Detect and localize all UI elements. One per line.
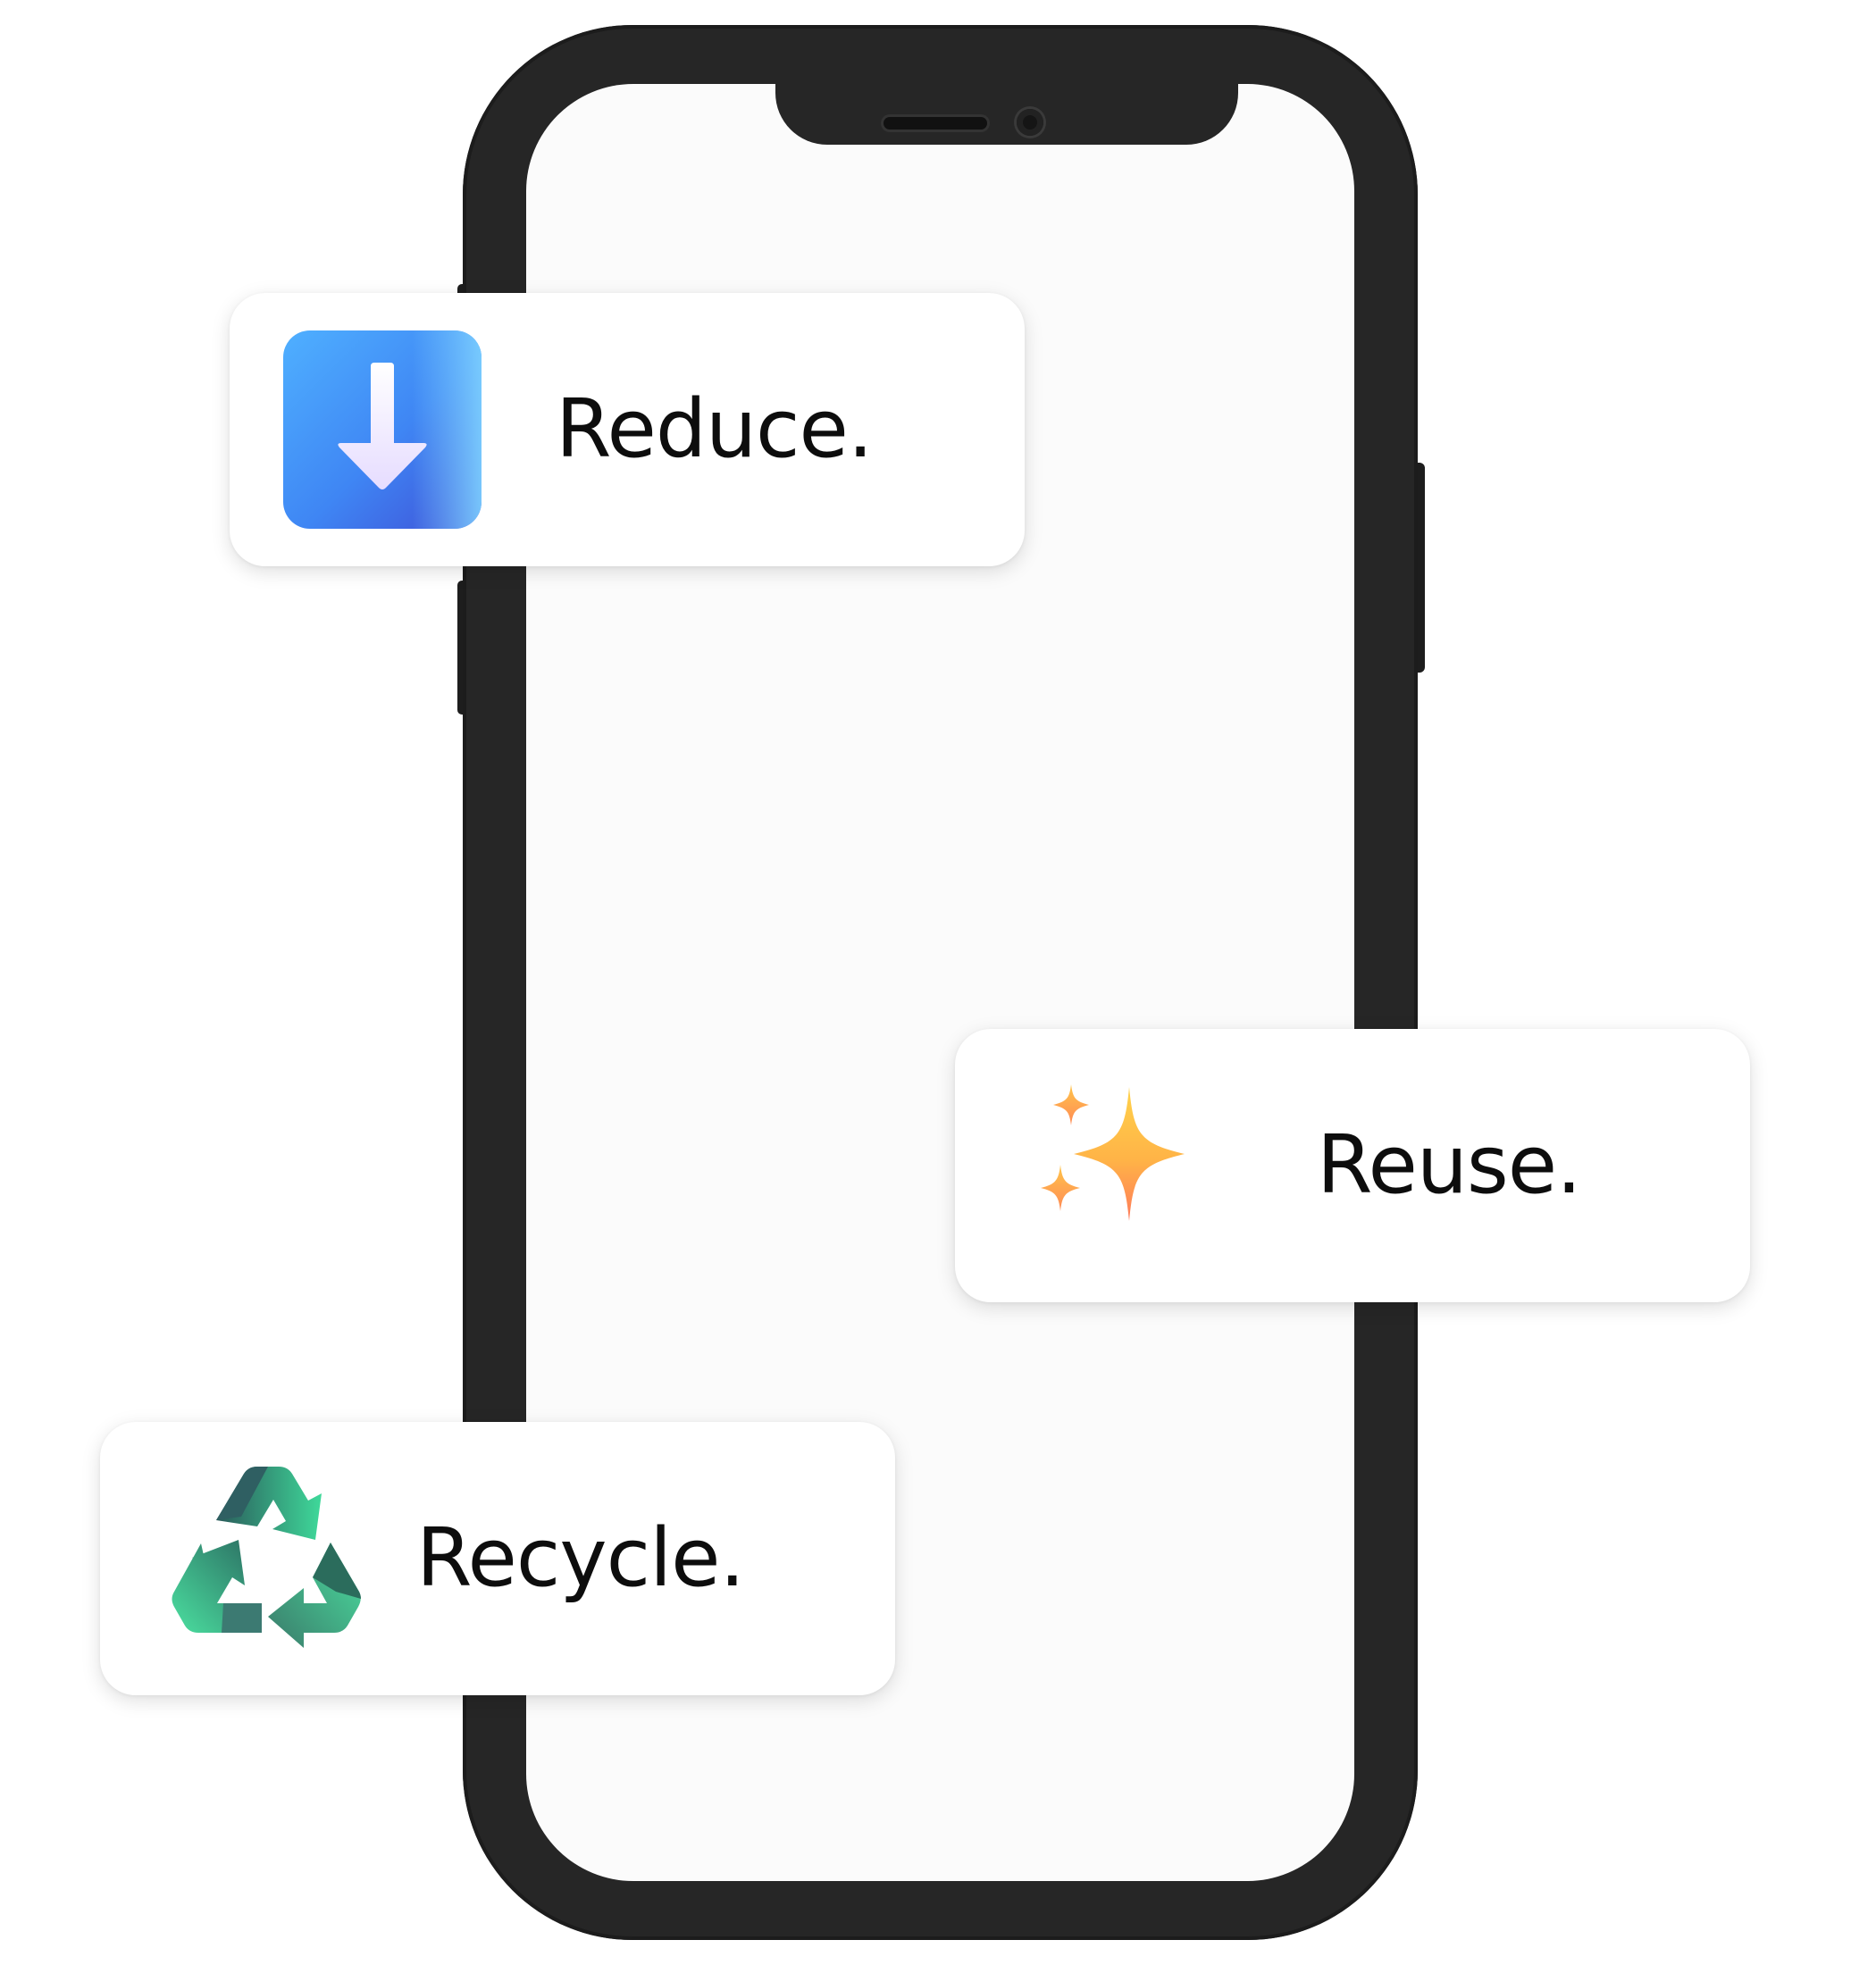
speaker-grille xyxy=(884,117,987,130)
down-arrow-icon xyxy=(281,329,483,531)
recycle-icon xyxy=(170,1458,372,1660)
sparkles-icon xyxy=(1034,1065,1235,1267)
reuse-card: Reuse. xyxy=(955,1029,1750,1302)
reuse-label: Reuse. xyxy=(1317,1118,1582,1212)
front-camera xyxy=(1017,109,1043,136)
reduce-card: Reduce. xyxy=(230,293,1025,566)
reduce-label: Reduce. xyxy=(556,382,873,476)
recycle-label: Recycle. xyxy=(416,1511,745,1605)
recycle-card: Recycle. xyxy=(100,1422,895,1695)
phone-notch xyxy=(775,84,1238,145)
stage: Reduce. Reuse. Recycle. xyxy=(0,0,1876,1965)
